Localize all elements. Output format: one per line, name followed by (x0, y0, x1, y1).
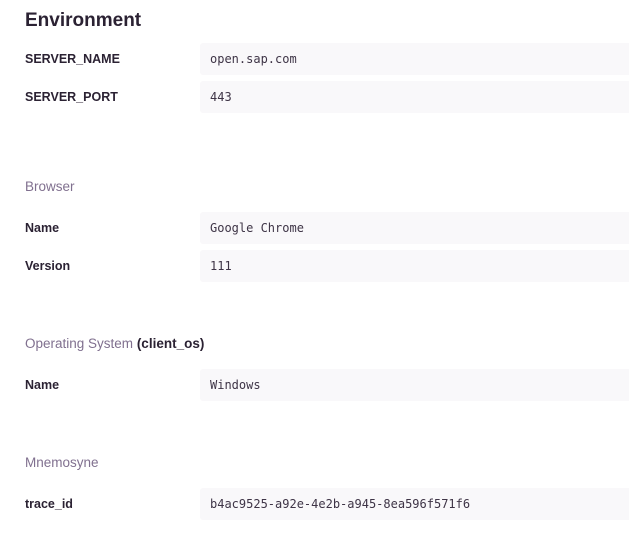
kv-key: trace_id (25, 497, 73, 511)
kv-row-browser-name: Name Google Chrome (0, 212, 629, 244)
kv-row-os-name: Name Windows (0, 369, 629, 401)
kv-value[interactable]: 111 (200, 250, 629, 282)
kv-row-browser-version: Version 111 (0, 250, 629, 282)
kv-key: SERVER_NAME (25, 52, 120, 66)
kv-row-trace-id: trace_id b4ac9525-a92e-4e2b-a945-8ea596f… (0, 488, 629, 520)
kv-row-server-name: SERVER_NAME open.sap.com (0, 43, 629, 75)
page-title: Environment (25, 10, 142, 31)
kv-value[interactable]: Google Chrome (200, 212, 629, 244)
kv-key: SERVER_PORT (25, 90, 118, 104)
kv-key: Name (25, 221, 60, 235)
section-title-os-alias: (client_os) (136, 336, 205, 351)
kv-value[interactable]: 443 (200, 81, 629, 113)
kv-value[interactable]: b4ac9525-a92e-4e2b-a945-8ea596f571f6 (200, 488, 629, 520)
kv-key: Version (25, 259, 71, 273)
section-title-os: Operating System (client_os) (25, 335, 204, 353)
section-title-os-label: Operating System (25, 336, 134, 351)
kv-value[interactable]: Windows (200, 369, 629, 401)
kv-key: Name (25, 378, 60, 392)
section-title-mnemosyne: Mnemosyne (25, 455, 99, 470)
kv-row-server-port: SERVER_PORT 443 (0, 81, 629, 113)
section-title-browser: Browser (25, 179, 75, 194)
kv-value[interactable]: open.sap.com (200, 43, 629, 75)
